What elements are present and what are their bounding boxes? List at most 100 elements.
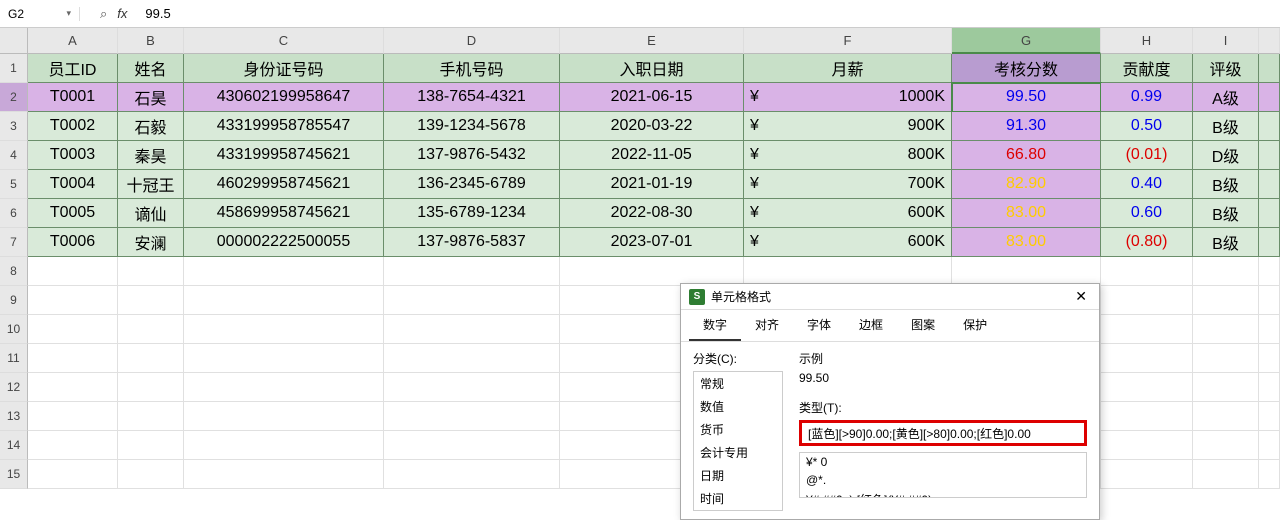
cell-F7[interactable]: ¥600K [744, 228, 952, 257]
cell-B9[interactable] [118, 286, 184, 315]
cell-D13[interactable] [384, 402, 560, 431]
row-header-1[interactable]: 1 [0, 54, 28, 83]
cell-J8[interactable] [1259, 257, 1280, 286]
dialog-tab-字体[interactable]: 字体 [793, 310, 845, 341]
cell-C10[interactable] [184, 315, 384, 344]
row-header-12[interactable]: 12 [0, 373, 28, 402]
col-header-E[interactable]: E [560, 28, 744, 54]
cell-B4[interactable]: 秦昊 [118, 141, 184, 170]
dialog-tab-对齐[interactable]: 对齐 [741, 310, 793, 341]
cell-H2[interactable]: 0.99 [1101, 83, 1193, 112]
formula-input[interactable]: 99.5 [137, 6, 170, 21]
cell-A9[interactable] [28, 286, 118, 315]
cell-J10[interactable] [1259, 315, 1280, 344]
cell-F8[interactable] [744, 257, 952, 286]
cell-C2[interactable]: 430602199958647 [184, 83, 384, 112]
col-header-I[interactable]: I [1193, 28, 1259, 54]
row-header-14[interactable]: 14 [0, 431, 28, 460]
dialog-tab-图案[interactable]: 图案 [897, 310, 949, 341]
cell-H9[interactable] [1101, 286, 1193, 315]
search-icon[interactable]: ⌕ [100, 6, 107, 22]
cell-B5[interactable]: 十冠王 [118, 170, 184, 199]
cell-H11[interactable] [1101, 344, 1193, 373]
cell-C15[interactable] [184, 460, 384, 489]
cell-D5[interactable]: 136-2345-6789 [384, 170, 560, 199]
cell-E3[interactable]: 2020-03-22 [560, 112, 744, 141]
category-item[interactable]: 会计专用 [694, 441, 782, 464]
cell-H4[interactable]: (0.01) [1101, 141, 1193, 170]
cell-E7[interactable]: 2023-07-01 [560, 228, 744, 257]
cell-H6[interactable]: 0.60 [1101, 199, 1193, 228]
cell-C9[interactable] [184, 286, 384, 315]
cell[interactable] [1259, 141, 1280, 170]
row-header-4[interactable]: 4 [0, 141, 28, 170]
cell-A7[interactable]: T0006 [28, 228, 118, 257]
dialog-tab-保护[interactable]: 保护 [949, 310, 1001, 341]
dialog-titlebar[interactable]: S 单元格格式 ✕ [681, 284, 1099, 310]
cell-H8[interactable] [1101, 257, 1193, 286]
type-input[interactable] [799, 420, 1087, 446]
cell-I6[interactable]: B级 [1193, 199, 1259, 228]
cell-D6[interactable]: 135-6789-1234 [384, 199, 560, 228]
cell-D3[interactable]: 139-1234-5678 [384, 112, 560, 141]
row-header-7[interactable]: 7 [0, 228, 28, 257]
cell-I8[interactable] [1193, 257, 1259, 286]
cell[interactable] [1259, 199, 1280, 228]
cell[interactable] [1259, 228, 1280, 257]
header-cell-B[interactable]: 姓名 [118, 54, 184, 83]
cell-J9[interactable] [1259, 286, 1280, 315]
row-header-2[interactable]: 2 [0, 83, 28, 112]
close-icon[interactable]: ✕ [1071, 288, 1091, 305]
cell-B8[interactable] [118, 257, 184, 286]
format-item[interactable]: ¥#,##0_);[红色](¥#,##0) [800, 489, 1086, 498]
cell-G8[interactable] [952, 257, 1101, 286]
cell-D9[interactable] [384, 286, 560, 315]
cell-C13[interactable] [184, 402, 384, 431]
header-cell-D[interactable]: 手机号码 [384, 54, 560, 83]
cell-B11[interactable] [118, 344, 184, 373]
cell-D8[interactable] [384, 257, 560, 286]
cell-D14[interactable] [384, 431, 560, 460]
cell-G5[interactable]: 82.90 [952, 170, 1101, 199]
category-item[interactable]: 数值 [694, 395, 782, 418]
cell[interactable] [1259, 54, 1280, 83]
col-header-G[interactable]: G [952, 28, 1101, 54]
cell-A12[interactable] [28, 373, 118, 402]
cell-E4[interactable]: 2022-11-05 [560, 141, 744, 170]
cell[interactable] [1259, 170, 1280, 199]
cell-A14[interactable] [28, 431, 118, 460]
cell-H3[interactable]: 0.50 [1101, 112, 1193, 141]
category-item[interactable]: 货币 [694, 418, 782, 441]
cell-B14[interactable] [118, 431, 184, 460]
category-item[interactable]: 百分比 [694, 510, 782, 511]
cell-C12[interactable] [184, 373, 384, 402]
category-item[interactable]: 时间 [694, 487, 782, 510]
cell-A11[interactable] [28, 344, 118, 373]
cell-J15[interactable] [1259, 460, 1280, 489]
cell-C8[interactable] [184, 257, 384, 286]
cell-I7[interactable]: B级 [1193, 228, 1259, 257]
row-header-11[interactable]: 11 [0, 344, 28, 373]
cell[interactable] [1259, 83, 1280, 112]
cell-H15[interactable] [1101, 460, 1193, 489]
cell-F5[interactable]: ¥700K [744, 170, 952, 199]
cell-E6[interactable]: 2022-08-30 [560, 199, 744, 228]
cell-H14[interactable] [1101, 431, 1193, 460]
header-cell-E[interactable]: 入职日期 [560, 54, 744, 83]
cell-G3[interactable]: 91.30 [952, 112, 1101, 141]
cell-A3[interactable]: T0002 [28, 112, 118, 141]
cell-A2[interactable]: T0001 [28, 83, 118, 112]
cell-F2[interactable]: ¥1000K [744, 83, 952, 112]
row-header-3[interactable]: 3 [0, 112, 28, 141]
cell-D4[interactable]: 137-9876-5432 [384, 141, 560, 170]
header-cell-F[interactable]: 月薪 [744, 54, 952, 83]
cell-C6[interactable]: 458699958745621 [184, 199, 384, 228]
cell-B10[interactable] [118, 315, 184, 344]
col-header-J[interactable] [1259, 28, 1280, 54]
cell-E8[interactable] [560, 257, 744, 286]
cell-D10[interactable] [384, 315, 560, 344]
row-header-13[interactable]: 13 [0, 402, 28, 431]
row-header-8[interactable]: 8 [0, 257, 28, 286]
cell-I5[interactable]: B级 [1193, 170, 1259, 199]
row-header-10[interactable]: 10 [0, 315, 28, 344]
